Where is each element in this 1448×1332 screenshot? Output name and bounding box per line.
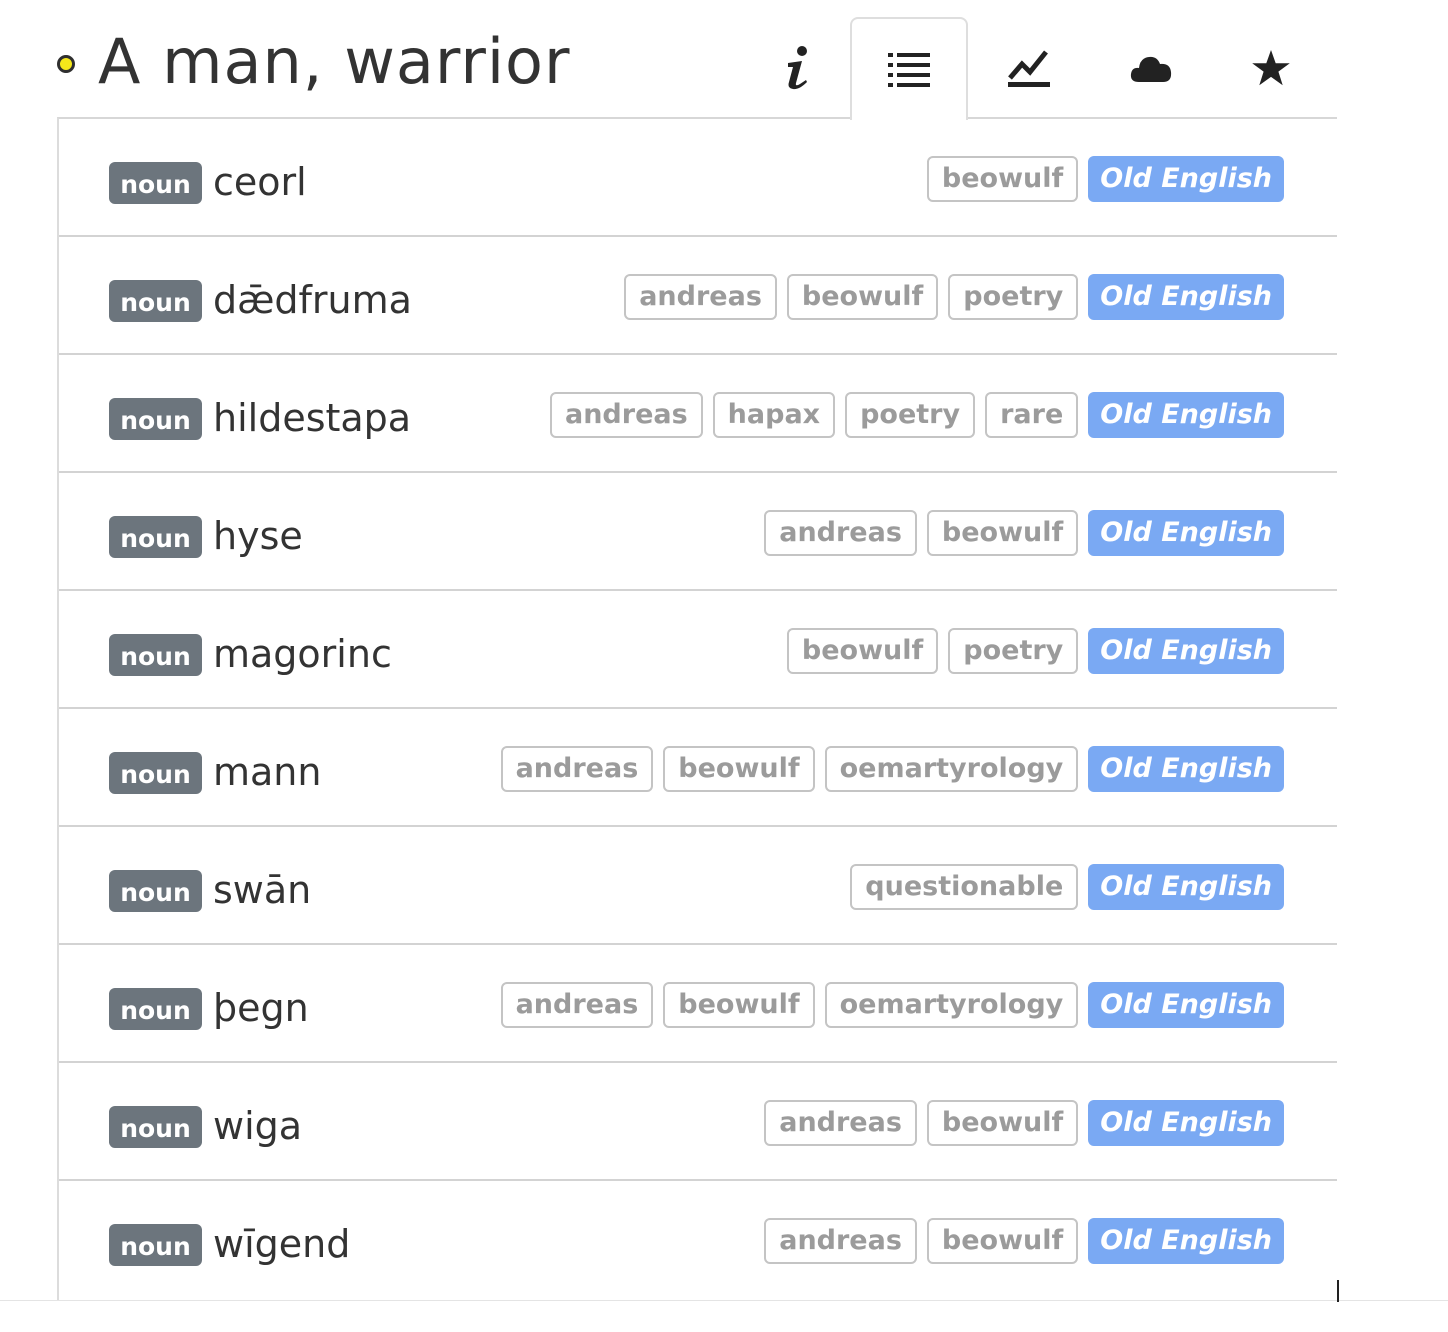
tag-group: andreas hapax poetry rare Old English: [549, 392, 1284, 438]
source-tag[interactable]: poetry: [948, 274, 1079, 320]
tag-group: questionable Old English: [850, 864, 1284, 910]
tab-cloud[interactable]: [1092, 17, 1210, 118]
source-tag[interactable]: beowulf: [926, 510, 1079, 556]
language-badge[interactable]: Old English: [1088, 1218, 1284, 1264]
list-item[interactable]: noun hyse andreas beowulf Old English: [59, 473, 1337, 591]
source-tag[interactable]: andreas: [764, 510, 917, 556]
pos-badge: noun: [109, 398, 202, 440]
entry-word[interactable]: hildestapa: [213, 393, 411, 443]
language-badge[interactable]: Old English: [1088, 156, 1284, 202]
pos-badge: noun: [109, 752, 202, 794]
source-tag[interactable]: andreas: [500, 982, 654, 1028]
pos-badge: noun: [109, 1224, 202, 1266]
source-tag[interactable]: beowulf: [663, 746, 815, 792]
source-tag[interactable]: poetry: [845, 392, 976, 438]
tag-group: andreas beowulf Old English: [764, 1100, 1284, 1146]
cloud-icon: [1130, 53, 1172, 83]
source-tag[interactable]: beowulf: [786, 274, 939, 320]
list-item[interactable]: noun ceorl beowulf Old English: [59, 119, 1337, 237]
view-tabs: [730, 17, 1336, 120]
tag-group: beowulf Old English: [926, 156, 1284, 202]
language-badge[interactable]: Old English: [1088, 628, 1284, 674]
source-tag[interactable]: oemartyrology: [824, 746, 1079, 792]
source-tag[interactable]: beowulf: [926, 156, 1079, 202]
pos-badge: noun: [109, 516, 202, 558]
pos-badge: noun: [109, 988, 202, 1030]
status-dot: [57, 55, 75, 73]
text-cursor: [1337, 1280, 1339, 1302]
source-tag[interactable]: beowulf: [663, 982, 815, 1028]
list-item[interactable]: noun þegn andreas beowulf oemartyrology Old E…: [59, 945, 1337, 1063]
info-icon: [782, 45, 816, 91]
list-item[interactable]: noun wīgend andreas beowulf Old English: [59, 1181, 1337, 1299]
source-tag[interactable]: poetry: [948, 628, 1079, 674]
source-tag[interactable]: beowulf: [926, 1218, 1079, 1264]
entry-word[interactable]: dǣdfruma: [213, 275, 412, 325]
language-badge[interactable]: Old English: [1088, 274, 1284, 320]
pos-badge: noun: [109, 280, 202, 322]
entry-word[interactable]: magorinc: [213, 629, 392, 679]
star-icon: [1251, 49, 1291, 87]
list-item[interactable]: noun swān questionable Old English: [59, 827, 1337, 945]
pos-badge: noun: [109, 870, 202, 912]
pos-badge: noun: [109, 634, 202, 676]
entry-word[interactable]: hyse: [213, 511, 303, 561]
pos-badge: noun: [109, 162, 202, 204]
entry-word[interactable]: wīgend: [213, 1219, 350, 1269]
tag-group: andreas beowulf poetry Old English: [624, 274, 1284, 320]
tag-group: andreas beowulf oemartyrology Old English: [500, 982, 1284, 1028]
source-tag[interactable]: beowulf: [926, 1100, 1079, 1146]
entry-list: noun ceorl beowulf Old English noun dǣdfruma a…: [57, 117, 1337, 1301]
entry-word[interactable]: þegn: [213, 983, 309, 1033]
list-icon: [888, 51, 930, 89]
tag-group: andreas beowulf Old English: [764, 510, 1284, 556]
source-tag[interactable]: hapax: [712, 392, 836, 438]
tab-info[interactable]: [740, 17, 858, 118]
pos-badge: noun: [109, 1106, 202, 1148]
source-tag[interactable]: andreas: [500, 746, 654, 792]
language-badge[interactable]: Old English: [1088, 746, 1284, 792]
source-tag[interactable]: andreas: [624, 274, 777, 320]
source-tag[interactable]: andreas: [764, 1218, 917, 1264]
tab-chart[interactable]: [970, 17, 1088, 118]
list-item[interactable]: noun dǣdfruma andreas beowulf poetry Old Engl…: [59, 237, 1337, 355]
language-badge[interactable]: Old English: [1088, 392, 1284, 438]
source-tag[interactable]: oemartyrology: [824, 982, 1079, 1028]
source-tag[interactable]: rare: [985, 392, 1079, 438]
list-item[interactable]: noun mann andreas beowulf oemartyrology Old E…: [59, 709, 1337, 827]
entry-word[interactable]: mann: [213, 747, 321, 797]
page-title: A man, warrior: [98, 25, 571, 98]
language-badge[interactable]: Old English: [1088, 1100, 1284, 1146]
language-badge[interactable]: Old English: [1088, 510, 1284, 556]
language-badge[interactable]: Old English: [1088, 864, 1284, 910]
tag-group: beowulf poetry Old English: [786, 628, 1284, 674]
source-tag[interactable]: andreas: [764, 1100, 917, 1146]
source-tag[interactable]: andreas: [549, 392, 703, 438]
chart-line-icon: [1008, 48, 1050, 88]
entry-word[interactable]: swān: [213, 865, 311, 915]
entry-word[interactable]: ceorl: [213, 157, 307, 207]
divider: [0, 1300, 1448, 1301]
source-tag[interactable]: beowulf: [786, 628, 939, 674]
entry-word[interactable]: wiga: [213, 1101, 302, 1151]
language-badge[interactable]: Old English: [1088, 982, 1284, 1028]
list-item[interactable]: noun magorinc beowulf poetry Old English: [59, 591, 1337, 709]
tag-group: andreas beowulf oemartyrology Old English: [500, 746, 1284, 792]
page: A man, warrior noun ceorl beowulf Old En…: [0, 0, 1448, 1332]
list-item[interactable]: noun wiga andreas beowulf Old English: [59, 1063, 1337, 1181]
tab-list[interactable]: [850, 17, 968, 120]
source-tag[interactable]: questionable: [850, 864, 1079, 910]
list-item[interactable]: noun hildestapa andreas hapax poetry rare Old …: [59, 355, 1337, 473]
tab-star[interactable]: [1212, 17, 1330, 118]
tag-group: andreas beowulf Old English: [764, 1218, 1284, 1264]
